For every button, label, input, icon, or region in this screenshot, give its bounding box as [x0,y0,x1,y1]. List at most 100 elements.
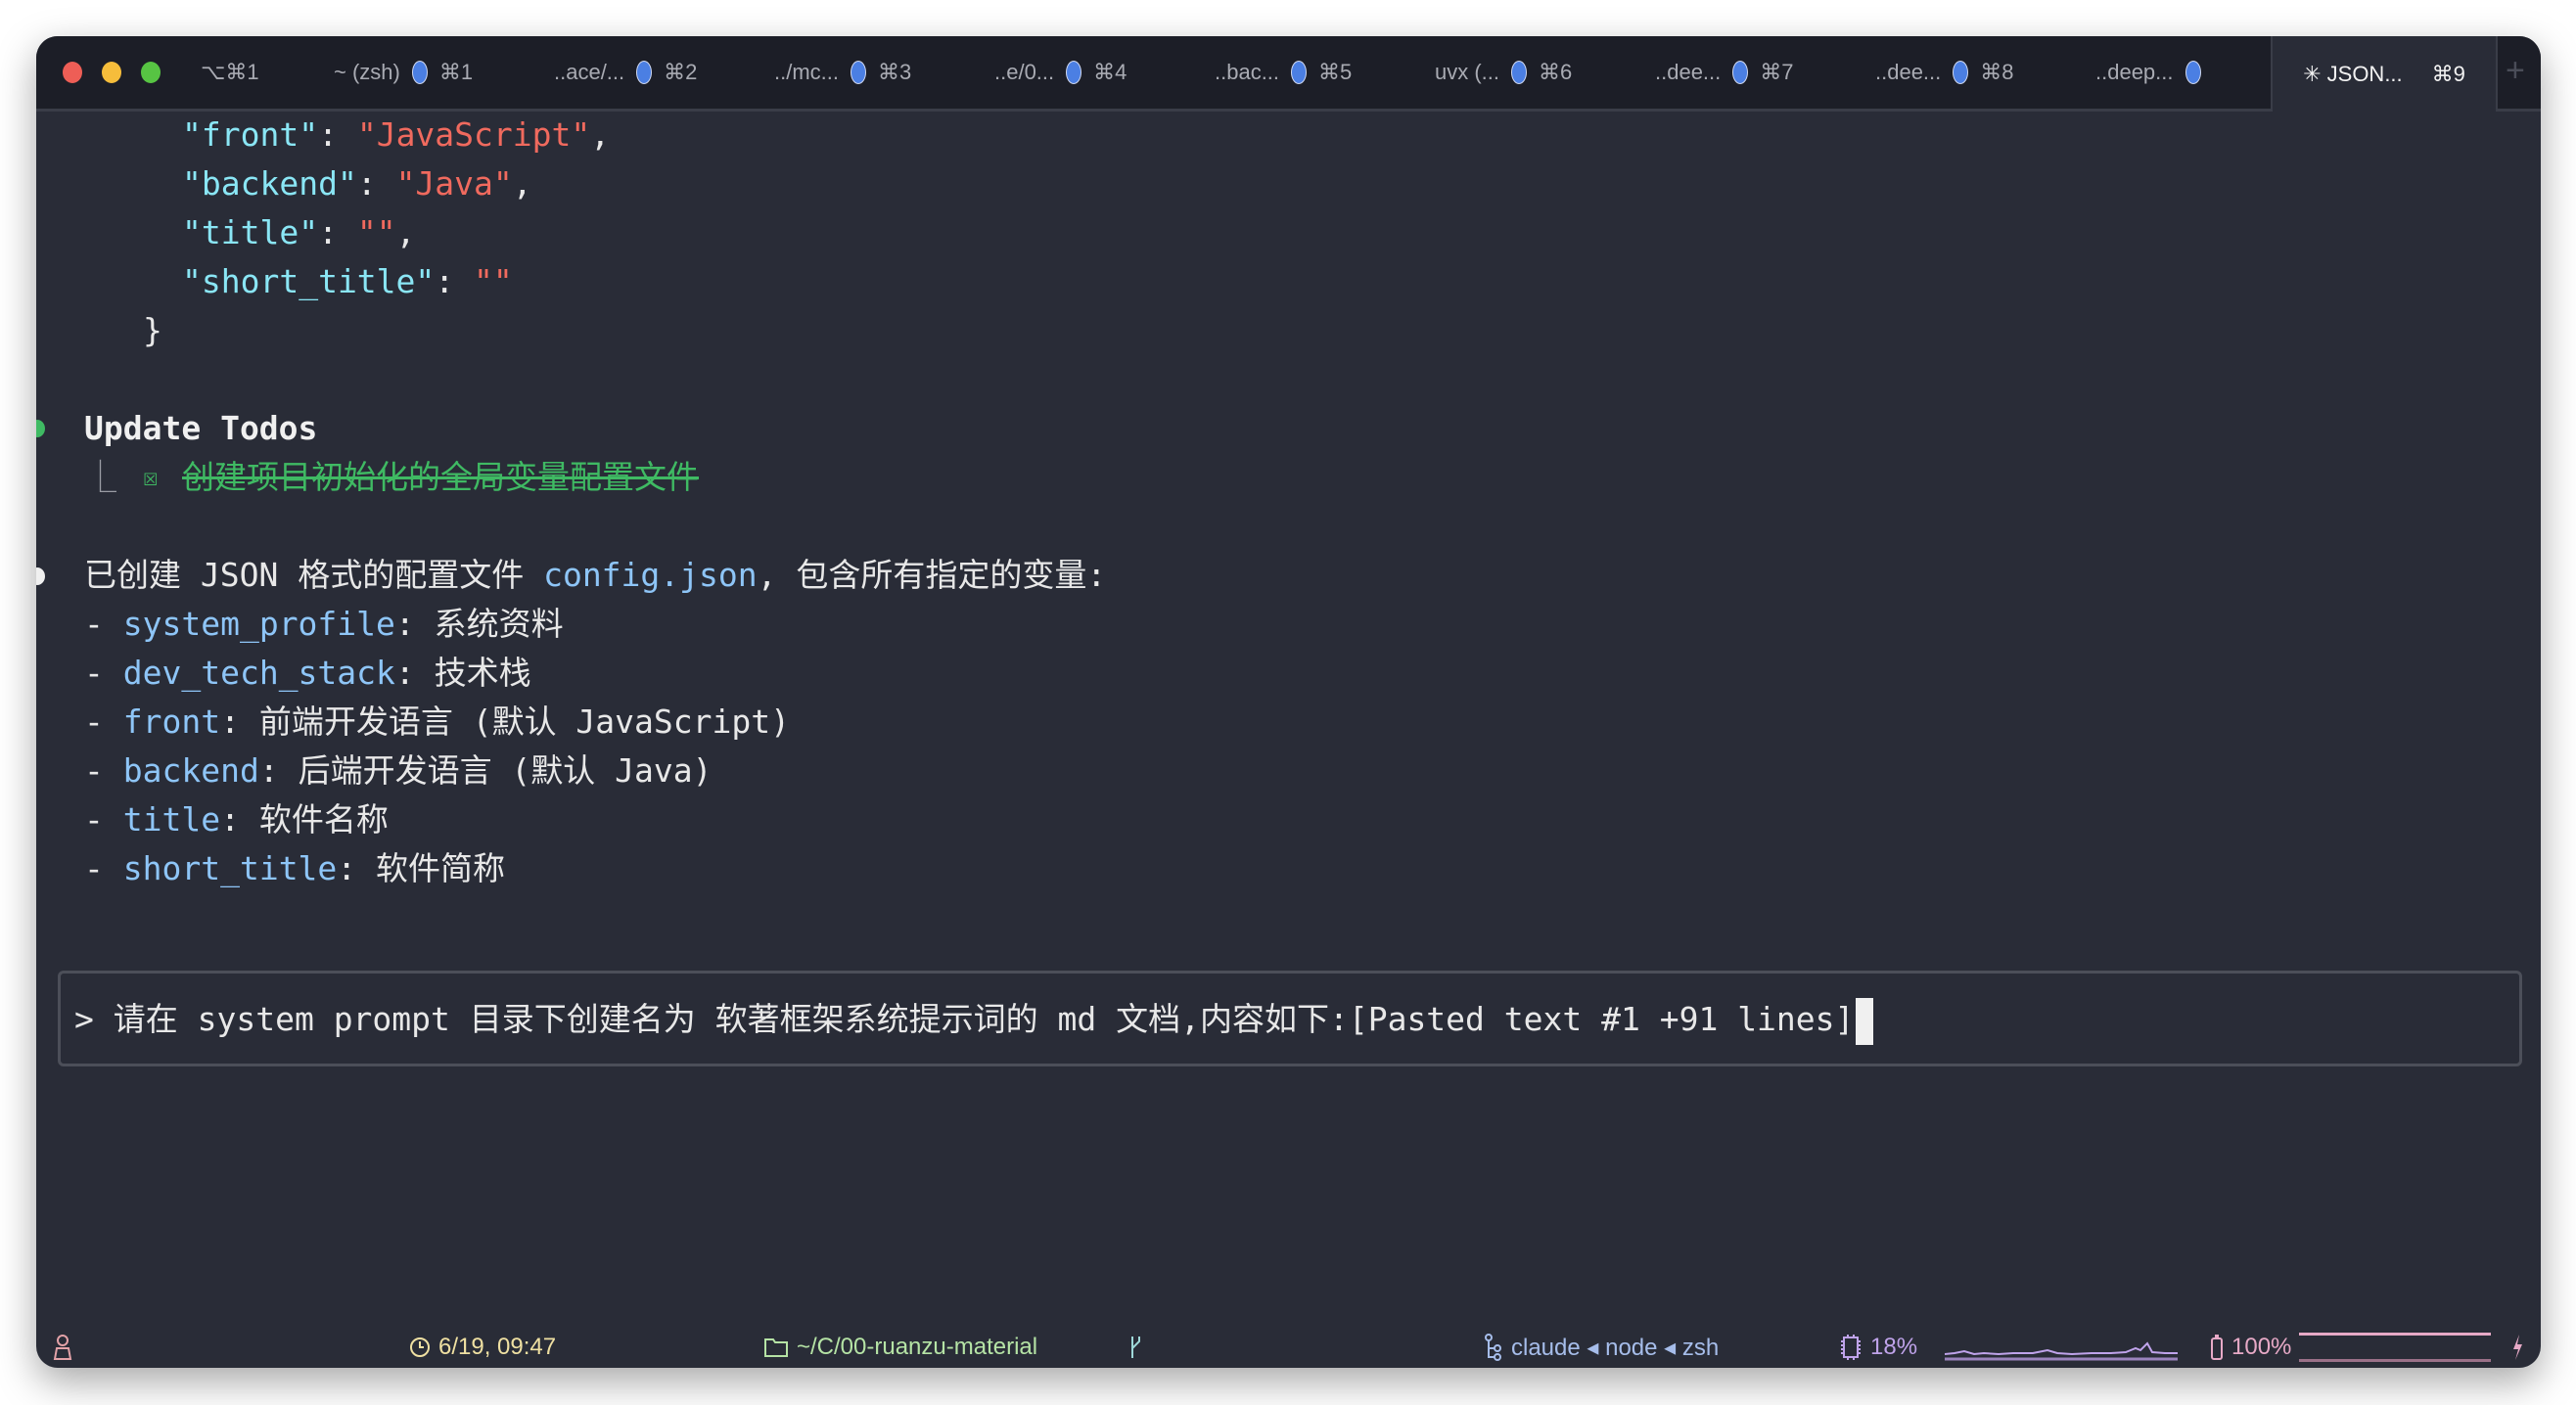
prompt-line: > 请在 system prompt 目录下创建名为 软著框架系统提示词的 md… [74,995,1873,1044]
tab-label: ../mc... [774,60,839,85]
variable-desc: : 系统资料 [395,605,564,643]
tab-shortcut: ⌘5 [1318,60,1352,85]
activity-dot-icon [1953,61,1968,84]
tab-shortcut: ⌘4 [1093,60,1127,85]
tab-shortcut: ⌘1 [439,60,473,85]
closing-brace: } [143,306,162,355]
json-key: "backend" [182,164,357,203]
activity-dot-icon [1511,61,1527,84]
json-sep: : [318,115,357,154]
tab-shortcut: ⌘2 [664,60,697,85]
summary-line: 已创建 JSON 格式的配置文件 config.json, 包含所有指定的变量: [84,551,1106,600]
process-status: claude ◂ node ◂ zsh [1484,1328,1719,1367]
variable-list-item: - dev_tech_stack: 技术栈 [84,649,531,698]
tab-3[interactable]: ../mc...⌘3 [774,36,911,109]
json-end: , [513,164,532,203]
json-line: "front": "JavaScript", [182,111,610,159]
datetime-status: 6/19, 09:47 [409,1328,556,1367]
activity-dot-icon [636,61,652,84]
variable-list-item: - system_profile: 系统资料 [84,600,564,649]
json-key: "front" [182,115,318,154]
checked-box-icon: ☒ [143,453,159,502]
git-branch-icon [1128,1328,1144,1367]
variable-desc: : 软件名称 [220,800,389,838]
json-key: "short_title" [182,262,435,300]
message-bullet-icon [36,567,45,585]
dash: - [84,702,104,741]
dash: - [84,605,104,643]
tab-label: ..dee... [1875,60,1941,85]
user-icon [52,1328,73,1367]
datetime: 6/19, 09:47 [438,1334,556,1361]
variable-desc: : 后端开发语言 (默认 Java) [259,751,713,790]
json-line: "title": "", [182,208,415,257]
cpu-icon [1839,1334,1863,1361]
tab-active[interactable]: ✳ JSON... ⌘9 [2271,36,2498,112]
new-tab-button[interactable]: + [2506,52,2525,90]
activity-dot-icon [1066,61,1081,84]
battery-percent: 100% [2231,1334,2291,1361]
tab-1[interactable]: ~ (zsh) ⌘1 [334,36,473,109]
charging-bolt-icon [2510,1334,2524,1361]
cpu-status: 18% [1839,1328,2180,1367]
variable-name: backend [123,751,259,790]
prompt-caret: > [74,1000,94,1038]
json-sep: : [318,213,357,251]
current-directory: ~/C/00-ruanzu-material [797,1334,1037,1361]
tab-label: uvx (... [1435,60,1499,85]
variable-desc: : 前端开发语言 (默认 JavaScript) [220,702,790,741]
tab-label: ..ace/... [554,60,624,85]
zoom-window-button[interactable] [141,62,161,83]
tab-8[interactable]: ..dee... ⌘8 [1875,36,2014,109]
prompt-input[interactable]: > 请在 system prompt 目录下创建名为 软著框架系统提示词的 md… [58,971,2522,1066]
todo-item: 创建项目初始化的全局变量配置文件 [182,453,699,502]
variable-name: title [123,800,220,838]
tab-label: ..dee... [1655,60,1721,85]
variable-list-item: - short_title: 软件简称 [84,844,505,893]
terminal-window: ⌥⌘1 ~ (zsh)⌘1..ace/...⌘2../mc...⌘3..e/0.… [36,36,2541,1368]
tab-shortcut: ⌘6 [1539,60,1572,85]
tab-2[interactable]: ..ace/... ⌘2 [554,36,697,109]
json-line: "backend": "Java", [182,159,532,208]
json-key: "title" [182,213,318,251]
tab-4[interactable]: ..e/0...⌘4 [994,36,1127,109]
json-value: "Java" [396,164,513,203]
tab-label: ~ (zsh) [334,60,400,85]
minimize-window-button[interactable] [102,62,121,83]
config-file-name: config.json [543,556,758,594]
activity-dot-icon [851,61,866,84]
tab-label: ..deep... [2095,60,2174,85]
json-line: "short_title": "" [182,257,513,306]
success-bullet-icon [36,420,45,437]
variable-name: short_title [123,849,338,887]
cpu-percent: 18% [1870,1334,1917,1361]
tab-9[interactable]: ..deep... [2095,36,2213,109]
json-end: , [396,213,416,251]
tab-shortcut: ⌘9 [2432,62,2465,87]
tab-6[interactable]: uvx (... ⌘6 [1435,36,1572,109]
prompt-text[interactable]: 请在 system prompt 目录下创建名为 软著框架系统提示词的 md 文… [114,1000,1855,1038]
battery-gauge [2299,1333,2491,1362]
summary-text: 已创建 JSON 格式的配置文件 [84,556,543,594]
activity-dot-icon [412,61,428,84]
variable-list-item: - title: 软件名称 [84,795,389,844]
clock-icon [409,1337,431,1358]
dash: - [84,849,104,887]
folder-icon [763,1337,789,1358]
variable-list-item: - backend: 后端开发语言 (默认 Java) [84,747,713,795]
json-value: "" [357,213,396,251]
variable-desc: : 技术栈 [395,654,531,692]
json-sep: : [357,164,396,203]
tab-7[interactable]: ..dee...⌘7 [1655,36,1794,109]
summary-text-end: , 包含所有指定的变量: [758,556,1107,594]
variable-name: front [123,702,220,741]
battery-icon [2210,1334,2224,1361]
tab-label: ..bac... [1215,60,1279,85]
tab-shortcut: ⌘8 [1980,60,2013,85]
tab-5[interactable]: ..bac... ⌘5 [1215,36,1352,109]
directory-status[interactable]: ~/C/00-ruanzu-material [763,1328,1037,1367]
close-window-button[interactable] [63,62,82,83]
variable-desc: : 软件简称 [337,849,505,887]
tab-bar: ⌥⌘1 ~ (zsh)⌘1..ace/...⌘2../mc...⌘3..e/0.… [36,36,2541,112]
json-value: "" [474,262,513,300]
